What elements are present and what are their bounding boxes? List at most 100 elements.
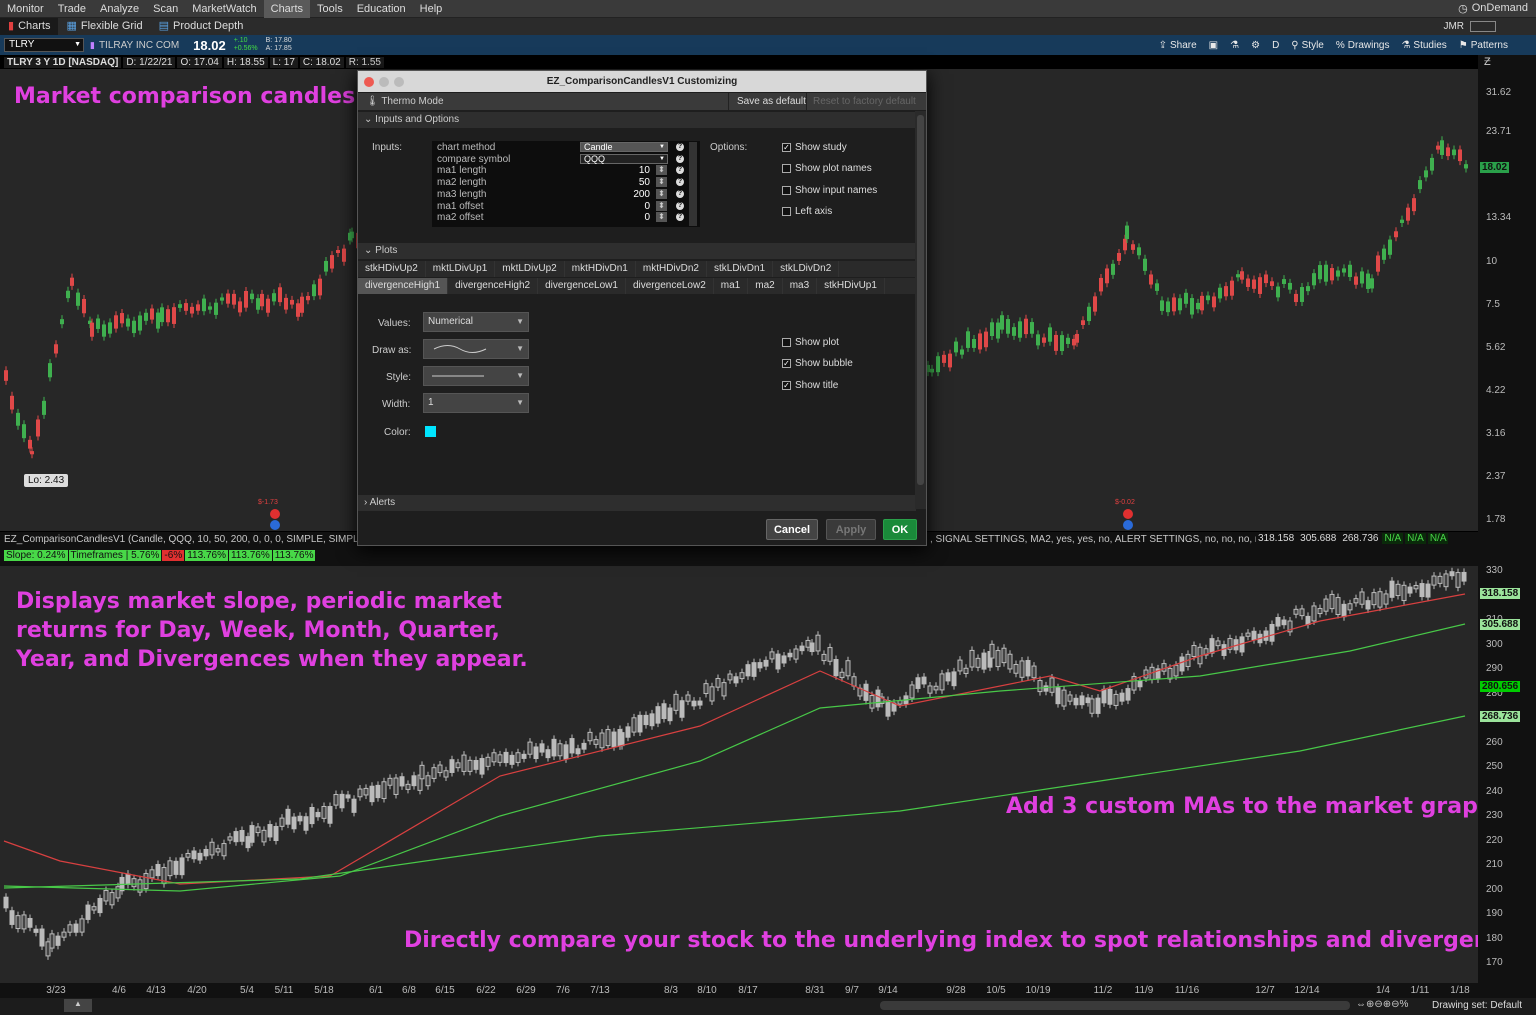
chart-method-select[interactable]: Candle ▼: [580, 142, 668, 152]
help-icon[interactable]: ?: [676, 143, 684, 151]
input-value[interactable]: 200: [614, 189, 650, 200]
plot-tab[interactable]: stkHDivUp2: [358, 261, 426, 277]
option-checkbox[interactable]: Left axis: [782, 206, 832, 217]
symbol-input[interactable]: TLRY ▼: [4, 38, 84, 52]
x-tick: 11/2: [1093, 985, 1113, 996]
stepper-icon[interactable]: ⬍: [656, 188, 667, 199]
reset-default-button[interactable]: Reset to factory default: [806, 93, 922, 110]
scroll-left-button[interactable]: ▲: [64, 999, 92, 1012]
help-icon[interactable]: ?: [676, 201, 684, 210]
option-checkbox[interactable]: Show input names: [782, 185, 877, 196]
stepper-icon[interactable]: ⬍: [656, 200, 667, 211]
settings-button[interactable]: ⚙: [1245, 40, 1266, 51]
plot-tab[interactable]: divergenceHigh2: [448, 278, 539, 294]
cancel-button[interactable]: Cancel: [766, 519, 818, 540]
layout-toggle[interactable]: [1470, 21, 1496, 32]
help-icon[interactable]: ?: [676, 154, 684, 163]
divergence-bubble[interactable]: [1123, 509, 1133, 519]
menu-marketwatch[interactable]: MarketWatch: [185, 0, 263, 18]
divergence-bubble[interactable]: [1123, 520, 1133, 530]
plot-tab[interactable]: mktLDivUp2: [495, 261, 565, 277]
candle: [108, 322, 112, 334]
minimize-icon[interactable]: [379, 77, 389, 87]
input-value[interactable]: 0: [614, 212, 650, 223]
option-checkbox[interactable]: ✓ Show study: [782, 142, 847, 153]
plot-tab[interactable]: divergenceHigh1: [358, 278, 449, 294]
dialog-title-bar[interactable]: EZ_ComparisonCandlesV1 Customizing: [358, 71, 926, 92]
zoom-icon[interactable]: [394, 77, 404, 87]
width-select[interactable]: 1 ▼: [423, 393, 529, 413]
tab-flexible-grid[interactable]: ▦ Flexible Grid: [58, 18, 150, 35]
input-value[interactable]: 0: [614, 201, 650, 212]
plot-tab[interactable]: ma3: [783, 278, 818, 294]
flask-button[interactable]: ⚗: [1224, 40, 1245, 51]
save-default-button[interactable]: Save as default: [728, 93, 814, 110]
plot-tab[interactable]: mktHDivDn1: [565, 261, 636, 277]
plot-tab[interactable]: mktLDivUp1: [426, 261, 496, 277]
inputs-section-header[interactable]: ⌄ Inputs and Options: [358, 112, 916, 128]
menu-monitor[interactable]: Monitor: [0, 0, 51, 18]
menu-help[interactable]: Help: [413, 0, 450, 18]
plot-tab[interactable]: ma1: [714, 278, 749, 294]
menu-education[interactable]: Education: [350, 0, 413, 18]
candle: [545, 749, 551, 759]
menu-trade[interactable]: Trade: [51, 0, 93, 18]
menu-analyze[interactable]: Analyze: [93, 0, 146, 18]
input-value[interactable]: 50: [614, 177, 650, 188]
style-select[interactable]: ▼: [423, 366, 529, 386]
plot-tab[interactable]: stkLDivDn2: [773, 261, 840, 277]
stepper-icon[interactable]: ⬍: [656, 165, 667, 176]
plot-tab[interactable]: mktHDivDn2: [636, 261, 707, 277]
time-axis[interactable]: 3/23 4/6 4/13 4/20 5/4 5/11 5/18 6/1 6/8 6/15 6/22…: [0, 983, 1478, 998]
compare-symbol-select[interactable]: QQQ ▼: [580, 153, 668, 164]
menu-charts[interactable]: Charts: [263, 0, 311, 18]
divergence-bubble[interactable]: [270, 509, 280, 519]
plot-option-checkbox[interactable]: ✓ Show title: [782, 380, 838, 391]
share-button[interactable]: ⇪ Share: [1153, 40, 1203, 51]
style-button[interactable]: ⚲ Style: [1285, 40, 1330, 51]
stepper-icon[interactable]: ⬍: [656, 177, 667, 188]
values-select[interactable]: Numerical ▼: [423, 312, 529, 332]
ondemand-button[interactable]: ◷ OnDemand: [1458, 2, 1536, 15]
stepper-icon[interactable]: ⬍: [656, 212, 667, 223]
close-icon[interactable]: [364, 77, 374, 87]
plot-tab[interactable]: ma2: [748, 278, 783, 294]
candle: [815, 634, 821, 652]
apply-button[interactable]: Apply: [826, 519, 876, 540]
study-label[interactable]: EZ_ComparisonCandlesV1 (Candle, QQQ, 10,…: [4, 534, 368, 545]
plots-section-header[interactable]: ⌄ Plots: [358, 243, 916, 259]
screenshot-button[interactable]: ▣: [1203, 40, 1224, 51]
plot-tab[interactable]: stkLDivDn1: [707, 261, 774, 277]
magnet-icon[interactable]: Ƶ: [1484, 56, 1491, 68]
ok-button[interactable]: OK: [883, 519, 917, 540]
plot-tab[interactable]: divergenceLow1: [538, 278, 626, 294]
scrollbar[interactable]: [880, 1001, 1350, 1010]
zoom-controls[interactable]: ⇔⊕⊖⊕⊖%: [1356, 999, 1408, 1010]
plot-tab[interactable]: stkHDivUp1: [817, 278, 885, 294]
menu-scan[interactable]: Scan: [146, 0, 185, 18]
plot-option-checkbox[interactable]: ✓ Show bubble: [782, 358, 853, 369]
option-checkbox[interactable]: Show plot names: [782, 163, 872, 174]
link-icon[interactable]: ▮: [90, 40, 95, 51]
tab-charts[interactable]: ▮ Charts: [0, 18, 59, 35]
inputs-scrollbar[interactable]: [689, 142, 697, 226]
alerts-section-header[interactable]: › Alerts: [358, 495, 916, 511]
drawing-set[interactable]: Drawing set: Default: [1432, 1000, 1522, 1011]
dialog-scrollbar[interactable]: [915, 111, 926, 509]
thermo-mode-button[interactable]: Thermo Mode: [381, 96, 443, 107]
help-icon[interactable]: ?: [676, 189, 684, 198]
d-button[interactable]: D: [1266, 40, 1285, 51]
patterns-button[interactable]: ⚑ Patterns: [1453, 40, 1514, 51]
menu-tools[interactable]: Tools: [310, 0, 350, 18]
plot-option-checkbox[interactable]: Show plot: [782, 337, 839, 348]
color-swatch[interactable]: [425, 426, 436, 437]
price-axis[interactable]: Ƶ 31.62 23.71 13.34 10 7.5 5.62 4.22 3.16 2.37 1.…: [1478, 55, 1536, 998]
studies-button[interactable]: ⚗ Studies: [1395, 40, 1452, 51]
drawas-select[interactable]: ▼: [423, 339, 529, 359]
tab-product-depth[interactable]: ▤ Product Depth: [151, 18, 252, 35]
plot-tab[interactable]: divergenceLow2: [626, 278, 714, 294]
input-value[interactable]: 10: [614, 165, 650, 176]
candle: [203, 848, 209, 857]
drawings-button[interactable]: % Drawings: [1330, 40, 1396, 51]
divergence-bubble[interactable]: [270, 520, 280, 530]
